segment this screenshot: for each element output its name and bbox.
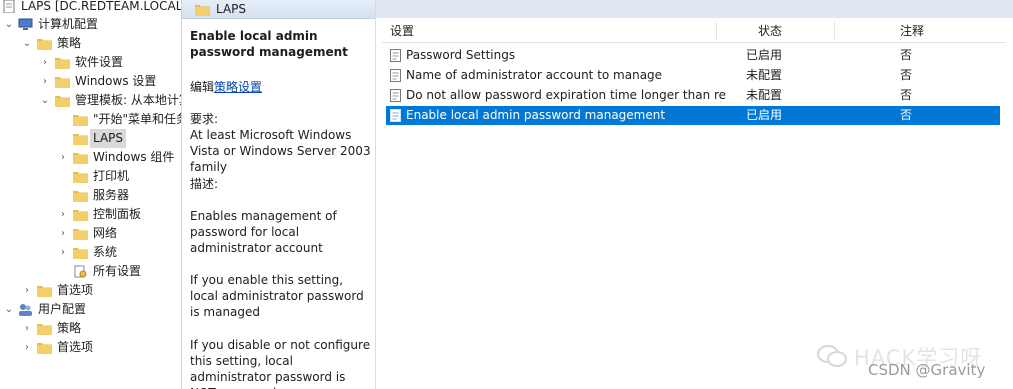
tree-node-label: 计算机配置: [38, 17, 99, 31]
all-settings-icon: [74, 265, 87, 278]
edit-policy-line: 编辑策略设置: [190, 79, 372, 95]
policy-row-enable-laps[interactable]: Enable local admin password management 已…: [386, 106, 1000, 125]
policy-setting-icon: [390, 69, 401, 82]
folder-icon: [73, 248, 88, 259]
column-header-setting[interactable]: 设置: [390, 20, 414, 42]
chevron-right-icon[interactable]: ›: [58, 148, 68, 167]
folder-icon: [55, 96, 70, 107]
folder-icon: [73, 153, 88, 164]
tree-node-label: 系统: [93, 245, 118, 259]
folder-icon: [73, 229, 88, 240]
policy-row-password-settings[interactable]: Password Settings 已启用 否: [386, 46, 1000, 65]
description-paragraph: If you enable this setting, local admini…: [190, 273, 364, 319]
tree-node-label: 策略: [57, 36, 82, 50]
tree-node-label: 策略: [57, 321, 82, 335]
chevron-right-icon[interactable]: ›: [58, 224, 68, 243]
list-header-band: [376, 0, 1013, 18]
policy-name: Password Settings: [406, 48, 516, 62]
policy-row-password-expiration[interactable]: Do not allow password expiration time lo…: [386, 86, 1000, 105]
requirements-text: At least Microsoft Windows Vista or Wind…: [190, 128, 371, 174]
policy-state: 未配置: [746, 88, 783, 102]
chevron-right-icon[interactable]: ›: [22, 338, 32, 357]
column-header-state[interactable]: 状态: [758, 20, 782, 42]
folder-icon: [37, 286, 52, 297]
watermark-credit: CSDN @Gravity: [868, 361, 986, 379]
description-paragraph: Enables management of password for local…: [190, 209, 337, 255]
description-header: LAPS: [182, 0, 375, 19]
policy-setting-icon: [390, 109, 401, 122]
tree-node-label: 打印机: [93, 169, 130, 183]
description-pane: LAPS Enable local admin password managem…: [182, 0, 376, 389]
chevron-right-icon[interactable]: ›: [40, 72, 50, 91]
tree-node-label: Windows 设置: [75, 74, 157, 88]
policy-setting-icon: [390, 49, 401, 62]
folder-icon: [73, 115, 88, 126]
folder-icon: [73, 134, 88, 145]
folder-icon: [73, 172, 88, 183]
chevron-down-icon[interactable]: ⌄: [22, 34, 32, 53]
column-header-comment[interactable]: 注释: [900, 20, 924, 42]
policy-comment: 否: [900, 88, 913, 102]
policy-state: 已启用: [746, 48, 783, 62]
chevron-right-icon[interactable]: ›: [22, 319, 32, 338]
policy-setting-icon: [390, 89, 401, 102]
chevron-right-icon[interactable]: ›: [40, 53, 50, 72]
folder-icon: [55, 58, 70, 69]
policy-comment: 否: [900, 108, 913, 122]
folder-icon: [55, 77, 70, 88]
tree-node-label: 服务器: [93, 188, 130, 202]
list-column-header: 设置 状态 注释: [382, 20, 1006, 43]
settings-list-pane: 设置 状态 注释 Password Settings 已启用 否 Name of…: [376, 0, 1013, 389]
requirements-label: 要求:: [190, 112, 219, 126]
tree-node-label: 所有设置: [93, 264, 142, 278]
edit-prefix: 编辑: [190, 80, 215, 94]
folder-icon: [37, 324, 52, 335]
navigation-tree: LAPS [DC.REDTEAM.LOCAL] 策 ⌄ 计算机配置 ⌄ 策略 ›…: [0, 0, 182, 389]
folder-icon: [73, 191, 88, 202]
watermark: HACK学习呀 CSDN @Gravity: [808, 342, 1008, 386]
policy-name: Enable local admin password management: [406, 108, 666, 122]
folder-icon: [37, 343, 52, 354]
tree-node-label: 用户配置: [38, 302, 87, 316]
users-icon: [19, 304, 32, 316]
folder-icon: [73, 210, 88, 221]
description-paragraph: If you disable or not configure this set…: [190, 338, 371, 389]
tree-node-label: 软件设置: [75, 55, 124, 69]
policy-state: 未配置: [746, 68, 783, 82]
wechat-logo-icon: [817, 345, 847, 367]
policy-name: Name of administrator account to manage: [406, 68, 663, 82]
tree-node-label: LAPS: [90, 129, 127, 148]
setting-title: Enable local admin password management: [190, 29, 348, 59]
tree-node-label: 首选项: [57, 283, 94, 297]
tree-node-label: 网络: [93, 226, 118, 240]
folder-icon: [195, 5, 210, 16]
policy-comment: 否: [900, 48, 913, 62]
chevron-down-icon[interactable]: ⌄: [4, 15, 14, 34]
policy-name: Do not allow password expiration time lo…: [406, 88, 726, 102]
tree-node-label: LAPS [DC.REDTEAM.LOCAL] 策: [21, 0, 182, 13]
chevron-down-icon[interactable]: ⌄: [4, 300, 14, 319]
tree-node-label: 管理模板: 从本地计算: [75, 93, 182, 107]
column-divider[interactable]: [716, 22, 717, 40]
column-divider[interactable]: [834, 22, 835, 40]
chevron-right-icon[interactable]: ›: [58, 205, 68, 224]
edit-policy-link[interactable]: 策略设置: [214, 80, 262, 94]
policy-state: 已启用: [746, 108, 783, 122]
tree-node-label: 控制面板: [93, 207, 142, 221]
chevron-right-icon[interactable]: ›: [22, 281, 32, 300]
computer-icon: [18, 18, 33, 30]
folder-icon: [37, 39, 52, 50]
description-label: 描述:: [190, 177, 219, 191]
chevron-right-icon[interactable]: ›: [58, 243, 68, 262]
tree-node-label: Windows 组件: [93, 150, 175, 164]
description-header-label: LAPS: [216, 2, 247, 16]
chevron-down-icon[interactable]: ⌄: [40, 91, 50, 110]
policy-comment: 否: [900, 68, 913, 82]
policy-row-admin-account-name[interactable]: Name of administrator account to manage …: [386, 66, 1000, 85]
policy-document-icon: [3, 0, 15, 13]
tree-node-label: "开始"菜单和任务: [93, 112, 182, 126]
tree-node-label: 首选项: [57, 340, 94, 354]
